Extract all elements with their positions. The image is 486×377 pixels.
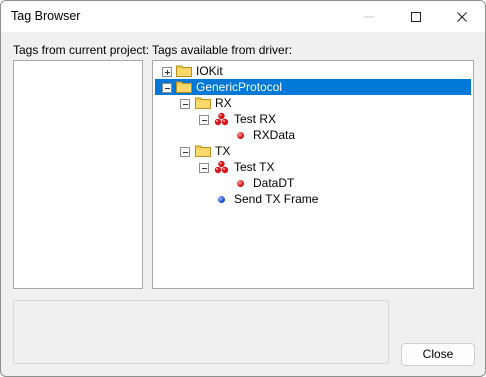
tree-item-label: IOKit [196,64,223,78]
folder-icon [195,145,211,157]
tree-item-label: TX [215,144,231,158]
red-tag-icon [237,180,244,187]
tag-group-icon [214,112,229,126]
close-button[interactable]: Close [401,343,475,366]
tree-item-rxdata[interactable]: RXData [153,127,471,143]
tree-item-label: RX [215,96,232,110]
tree-item-label: Test TX [234,160,275,174]
left-panel-label: Tags from current project: [13,43,150,57]
tag-browser-window: Tag Browser Tags from current project: T… [0,0,486,377]
driver-tags-tree[interactable]: IOKit GenericProtocol RX Test RX RXData … [152,60,474,289]
folder-icon [176,65,192,77]
collapse-icon[interactable] [199,115,209,125]
project-tags-list[interactable] [13,60,143,289]
folder-icon [195,97,211,109]
tree-item-send-tx-frame[interactable]: Send TX Frame [153,191,471,207]
tree-item-label: DataDT [253,176,295,190]
maximize-button[interactable] [393,1,439,32]
tree-item-datadt[interactable]: DataDT [153,175,471,191]
red-tag-icon [237,132,244,139]
tag-group-icon [214,160,229,174]
tree-item-tx[interactable]: TX [153,143,471,159]
tree-item-label: Send TX Frame [234,192,319,206]
title-bar: Tag Browser [1,1,485,32]
window-title: Tag Browser [11,9,81,23]
collapse-icon[interactable] [162,83,172,93]
close-icon [457,12,467,22]
tree-item-label: Test RX [234,112,277,126]
collapse-icon[interactable] [180,99,190,109]
tree-item-test-rx[interactable]: Test RX [153,111,471,127]
right-panel-label: Tags available from driver: [152,43,293,57]
collapse-icon[interactable] [180,147,190,157]
minimize-icon [364,16,374,18]
tree-item-label: GenericProtocol [196,80,283,94]
minimize-button[interactable] [346,1,392,32]
tree-item-test-tx[interactable]: Test TX [153,159,471,175]
tree-item-iokit[interactable]: IOKit [153,63,471,79]
tree-item-label: RXData [253,128,296,142]
expand-icon[interactable] [162,67,172,77]
close-window-button[interactable] [439,1,485,32]
blue-tag-icon [218,196,225,203]
maximize-icon [411,12,421,22]
tree-item-rx[interactable]: RX [153,95,471,111]
folder-icon [176,81,192,93]
tree-item-genericprotocol[interactable]: GenericProtocol [153,79,471,95]
collapse-icon[interactable] [199,163,209,173]
tag-details-panel [13,300,389,364]
